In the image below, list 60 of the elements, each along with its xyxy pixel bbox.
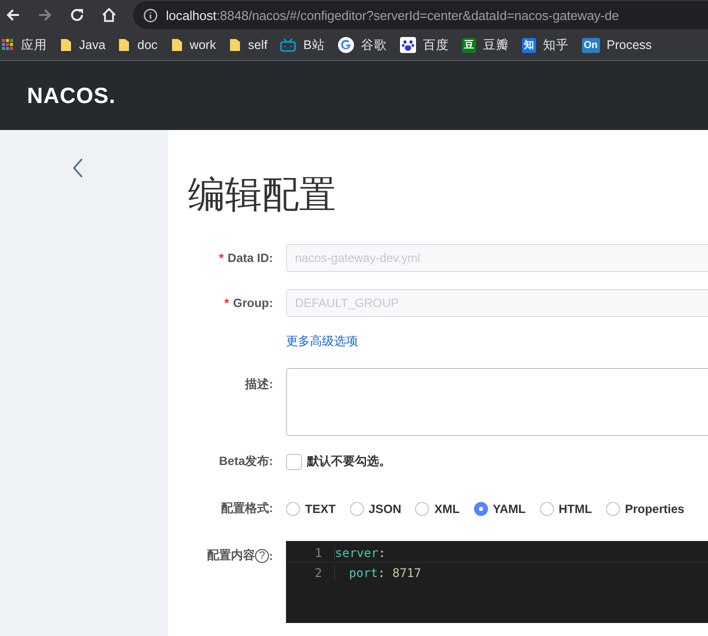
description-field[interactable] bbox=[286, 368, 708, 436]
info-icon bbox=[143, 8, 158, 22]
radio-label: YAML bbox=[492, 502, 526, 516]
field-label: Beta发布: bbox=[218, 453, 273, 470]
bookmark[interactable]: Java bbox=[60, 38, 106, 52]
code-line: port: 8717 bbox=[348, 566, 422, 580]
radio-button[interactable] bbox=[540, 502, 554, 516]
radio-label: Properties bbox=[624, 502, 684, 516]
radio-button[interactable] bbox=[415, 502, 430, 516]
bookmark[interactable]: 知 知乎 bbox=[522, 36, 569, 54]
code-editor[interactable]: 1 server: 2 port: 8717 bbox=[286, 541, 708, 623]
radio-label: TEXT bbox=[305, 502, 336, 516]
logo: NACOS. bbox=[27, 82, 116, 108]
bookmark[interactable]: B站 bbox=[280, 36, 325, 54]
bookmark[interactable]: 百度 bbox=[400, 36, 449, 54]
chevron-left-icon[interactable] bbox=[73, 158, 83, 178]
back-icon[interactable] bbox=[5, 7, 21, 23]
checkbox-label: 默认不要勾选。 bbox=[307, 453, 391, 470]
site-badge: 豆 bbox=[462, 38, 476, 52]
checkbox[interactable] bbox=[286, 454, 302, 470]
folder-icon bbox=[228, 38, 241, 52]
advanced-options-link[interactable]: 更多高级选项 bbox=[286, 334, 358, 348]
home-icon[interactable] bbox=[101, 7, 117, 23]
reload-icon[interactable] bbox=[69, 7, 85, 23]
bookmark[interactable]: 豆 豆瓣 bbox=[462, 36, 509, 54]
field-label: * Group: bbox=[224, 296, 273, 310]
folder-icon bbox=[170, 38, 183, 52]
address-bar[interactable]: localhost:8848/nacos/#/configeditor?serverId=center&dataId=nacos-gateway-de bbox=[133, 1, 708, 29]
google-icon bbox=[338, 37, 354, 53]
line-number: 1 bbox=[286, 546, 335, 560]
code-line: server: bbox=[335, 546, 386, 560]
folder-icon bbox=[60, 38, 72, 52]
forward-icon[interactable] bbox=[37, 7, 53, 23]
radio-label: HTML bbox=[558, 502, 592, 516]
tv-icon bbox=[280, 38, 296, 52]
radio-button[interactable] bbox=[286, 502, 300, 516]
bookmark[interactable]: 谷歌 bbox=[338, 36, 387, 54]
bookmark[interactable]: work bbox=[170, 38, 216, 52]
bookmark[interactable]: On Process bbox=[582, 38, 652, 52]
paw-icon bbox=[400, 37, 416, 53]
radio-button[interactable] bbox=[606, 502, 620, 516]
site-badge: On bbox=[582, 38, 600, 52]
radio-button[interactable] bbox=[474, 502, 488, 516]
line-number: 2 bbox=[286, 566, 335, 580]
help-icon[interactable]: ? bbox=[255, 548, 269, 562]
apps-grid-icon bbox=[2, 39, 14, 51]
field-label: 描述: bbox=[245, 376, 273, 393]
bookmark[interactable]: 应用 bbox=[2, 36, 47, 54]
site-badge: 知 bbox=[522, 38, 536, 52]
folder-icon bbox=[118, 38, 130, 52]
radio-label: JSON bbox=[368, 502, 402, 516]
bookmark[interactable]: doc bbox=[118, 38, 158, 52]
field-label: * Data ID: bbox=[218, 251, 273, 265]
radio-button[interactable] bbox=[350, 502, 364, 516]
field-label: 配置内容 bbox=[207, 547, 255, 564]
field-label: 配置格式: bbox=[221, 500, 273, 517]
radio-label: XML bbox=[434, 502, 460, 516]
bookmark[interactable]: self bbox=[228, 38, 268, 52]
page-title: 编辑配置 bbox=[188, 173, 337, 217]
label-colon: : bbox=[269, 548, 273, 562]
